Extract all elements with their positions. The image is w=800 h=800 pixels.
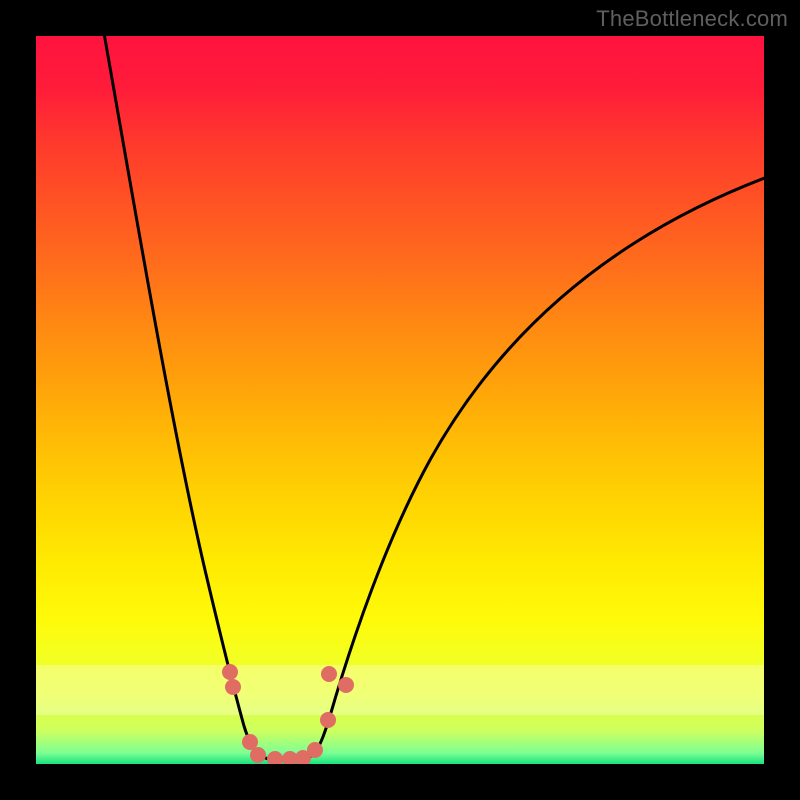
chart-canvas	[0, 0, 800, 800]
threshold-band	[36, 665, 764, 715]
watermark-text: TheBottleneck.com	[596, 6, 788, 32]
gradient-panel	[36, 36, 764, 764]
